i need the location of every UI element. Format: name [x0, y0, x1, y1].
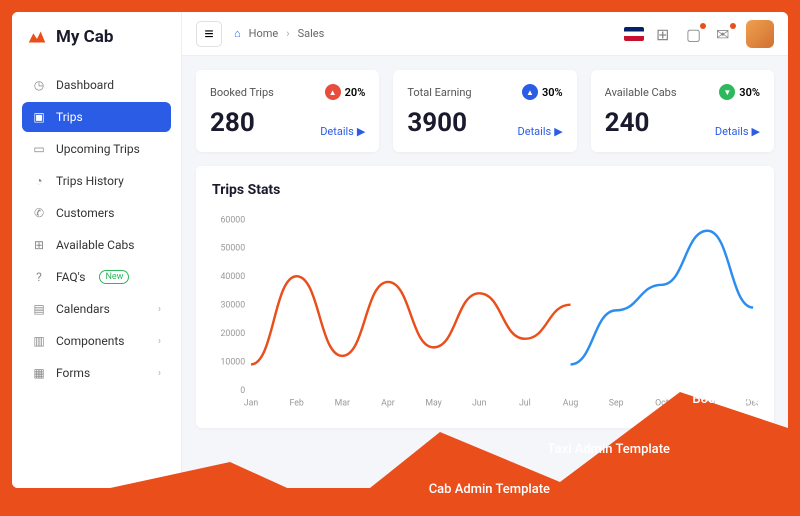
- card-booked-trips: Booked Trips ▲20% 280 Details ▶: [196, 70, 379, 152]
- breadcrumb: ⌂ Home › Sales: [234, 27, 324, 40]
- svg-text:Sep: Sep: [609, 399, 624, 409]
- avatar[interactable]: [746, 20, 774, 48]
- card-label: Available Cabs: [605, 86, 677, 99]
- details-link[interactable]: Details ▶: [320, 125, 365, 138]
- svg-text:30000: 30000: [221, 301, 246, 311]
- svg-text:Aug: Aug: [563, 399, 579, 409]
- chart-card: Trips Stats 0 10000 20000 30000 40000 50000 60…: [196, 166, 774, 428]
- breadcrumb-current: Sales: [298, 27, 325, 40]
- phone-icon: ✆: [32, 206, 46, 220]
- svg-text:20000: 20000: [221, 329, 246, 339]
- card-value: 3900: [407, 108, 467, 138]
- sidebar-item-forms[interactable]: ▦Forms›: [22, 358, 171, 388]
- nav: ◷Dashboard ▣Trips ▭Upcoming Trips ◔Trips…: [22, 70, 171, 388]
- main: ≡ ⌂ Home › Sales ⊞ ▢ ✉ Booked Trips ▲20% …: [182, 12, 788, 488]
- sidebar-item-trips[interactable]: ▣Trips: [22, 102, 171, 132]
- clock-icon: ◔: [32, 174, 46, 188]
- notification-dot: [700, 23, 706, 29]
- sidebar-item-history[interactable]: ◔Trips History: [22, 166, 171, 196]
- card-percent: ▲30%: [522, 84, 563, 100]
- car-icon: ▣: [32, 110, 46, 124]
- sidebar-item-components[interactable]: ▥Components›: [22, 326, 171, 356]
- svg-text:Nov: Nov: [700, 399, 716, 409]
- arrow-down-icon: ▼: [719, 84, 735, 100]
- notification-dot: [730, 23, 736, 29]
- trips-chart: 0 10000 20000 30000 40000 50000 60000 Jan Feb Mar…: [212, 212, 758, 412]
- sidebar-item-faqs[interactable]: ?FAQ'sNew: [22, 262, 171, 292]
- chevron-right-icon: ›: [158, 304, 161, 315]
- card-percent: ▲20%: [325, 84, 366, 100]
- svg-text:Jun: Jun: [472, 399, 487, 409]
- menu-icon: ≡: [204, 24, 213, 44]
- content: Booked Trips ▲20% 280 Details ▶ Total Earn…: [182, 56, 788, 442]
- details-link[interactable]: Details ▶: [518, 125, 563, 138]
- topbar: ≡ ⌂ Home › Sales ⊞ ▢ ✉: [182, 12, 788, 56]
- sidebar-item-customers[interactable]: ✆Customers: [22, 198, 171, 228]
- card-value: 240: [605, 108, 650, 138]
- sidebar-item-cabs[interactable]: ⊞Available Cabs: [22, 230, 171, 260]
- logo-icon: [26, 26, 48, 48]
- card-label: Booked Trips: [210, 86, 274, 99]
- sidebar-item-upcoming[interactable]: ▭Upcoming Trips: [22, 134, 171, 164]
- svg-text:Feb: Feb: [289, 399, 303, 409]
- card-total-earning: Total Earning ▲30% 3900 Details ▶: [393, 70, 576, 152]
- arrow-up-icon: ▲: [522, 84, 538, 100]
- card-value: 280: [210, 108, 255, 138]
- svg-text:60000: 60000: [221, 215, 246, 225]
- svg-text:Jul: Jul: [519, 399, 531, 409]
- stat-cards: Booked Trips ▲20% 280 Details ▶ Total Earn…: [196, 70, 774, 152]
- chevron-right-icon: ›: [158, 336, 161, 347]
- svg-text:Apr: Apr: [381, 399, 395, 409]
- logo[interactable]: My Cab: [22, 26, 171, 48]
- svg-text:Mar: Mar: [335, 399, 350, 409]
- card-label: Total Earning: [407, 86, 471, 99]
- grid-icon[interactable]: ⊞: [656, 25, 674, 43]
- svg-text:10000: 10000: [221, 357, 246, 367]
- sidebar-item-dashboard[interactable]: ◷Dashboard: [22, 70, 171, 100]
- menu-toggle-button[interactable]: ≡: [196, 21, 222, 47]
- calendar-icon: ▭: [32, 142, 46, 156]
- home-icon[interactable]: ⌂: [234, 27, 241, 40]
- mail-icon[interactable]: ✉: [716, 25, 734, 43]
- topbar-actions: ⊞ ▢ ✉: [624, 20, 774, 48]
- chart-title: Trips Stats: [212, 182, 758, 198]
- svg-text:0: 0: [240, 386, 245, 396]
- svg-text:40000: 40000: [221, 272, 246, 282]
- help-icon: ?: [32, 270, 46, 284]
- clipboard-icon[interactable]: ▢: [686, 25, 704, 43]
- details-link[interactable]: Details ▶: [715, 125, 760, 138]
- sidebar: My Cab ◷Dashboard ▣Trips ▭Upcoming Trips…: [12, 12, 182, 488]
- gauge-icon: ◷: [32, 78, 46, 92]
- chevron-right-icon: ›: [158, 368, 161, 379]
- svg-text:May: May: [425, 399, 442, 409]
- arrow-up-icon: ▲: [325, 84, 341, 100]
- svg-text:50000: 50000: [221, 244, 246, 254]
- svg-text:Jan: Jan: [244, 399, 259, 409]
- forms-icon: ▦: [32, 366, 46, 380]
- chevron-right-icon: ›: [286, 27, 289, 40]
- components-icon: ▥: [32, 334, 46, 348]
- svg-text:Dec: Dec: [746, 399, 758, 409]
- svg-text:Oct: Oct: [655, 399, 669, 409]
- logo-text: My Cab: [56, 27, 113, 47]
- card-percent: ▼30%: [719, 84, 760, 100]
- cab-icon: ⊞: [32, 238, 46, 252]
- flag-uk-icon[interactable]: [624, 27, 644, 41]
- card-available-cabs: Available Cabs ▼30% 240 Details ▶: [591, 70, 774, 152]
- sidebar-item-calendars[interactable]: ▤Calendars›: [22, 294, 171, 324]
- new-badge: New: [99, 270, 129, 284]
- breadcrumb-home[interactable]: Home: [249, 27, 279, 40]
- calendar2-icon: ▤: [32, 302, 46, 316]
